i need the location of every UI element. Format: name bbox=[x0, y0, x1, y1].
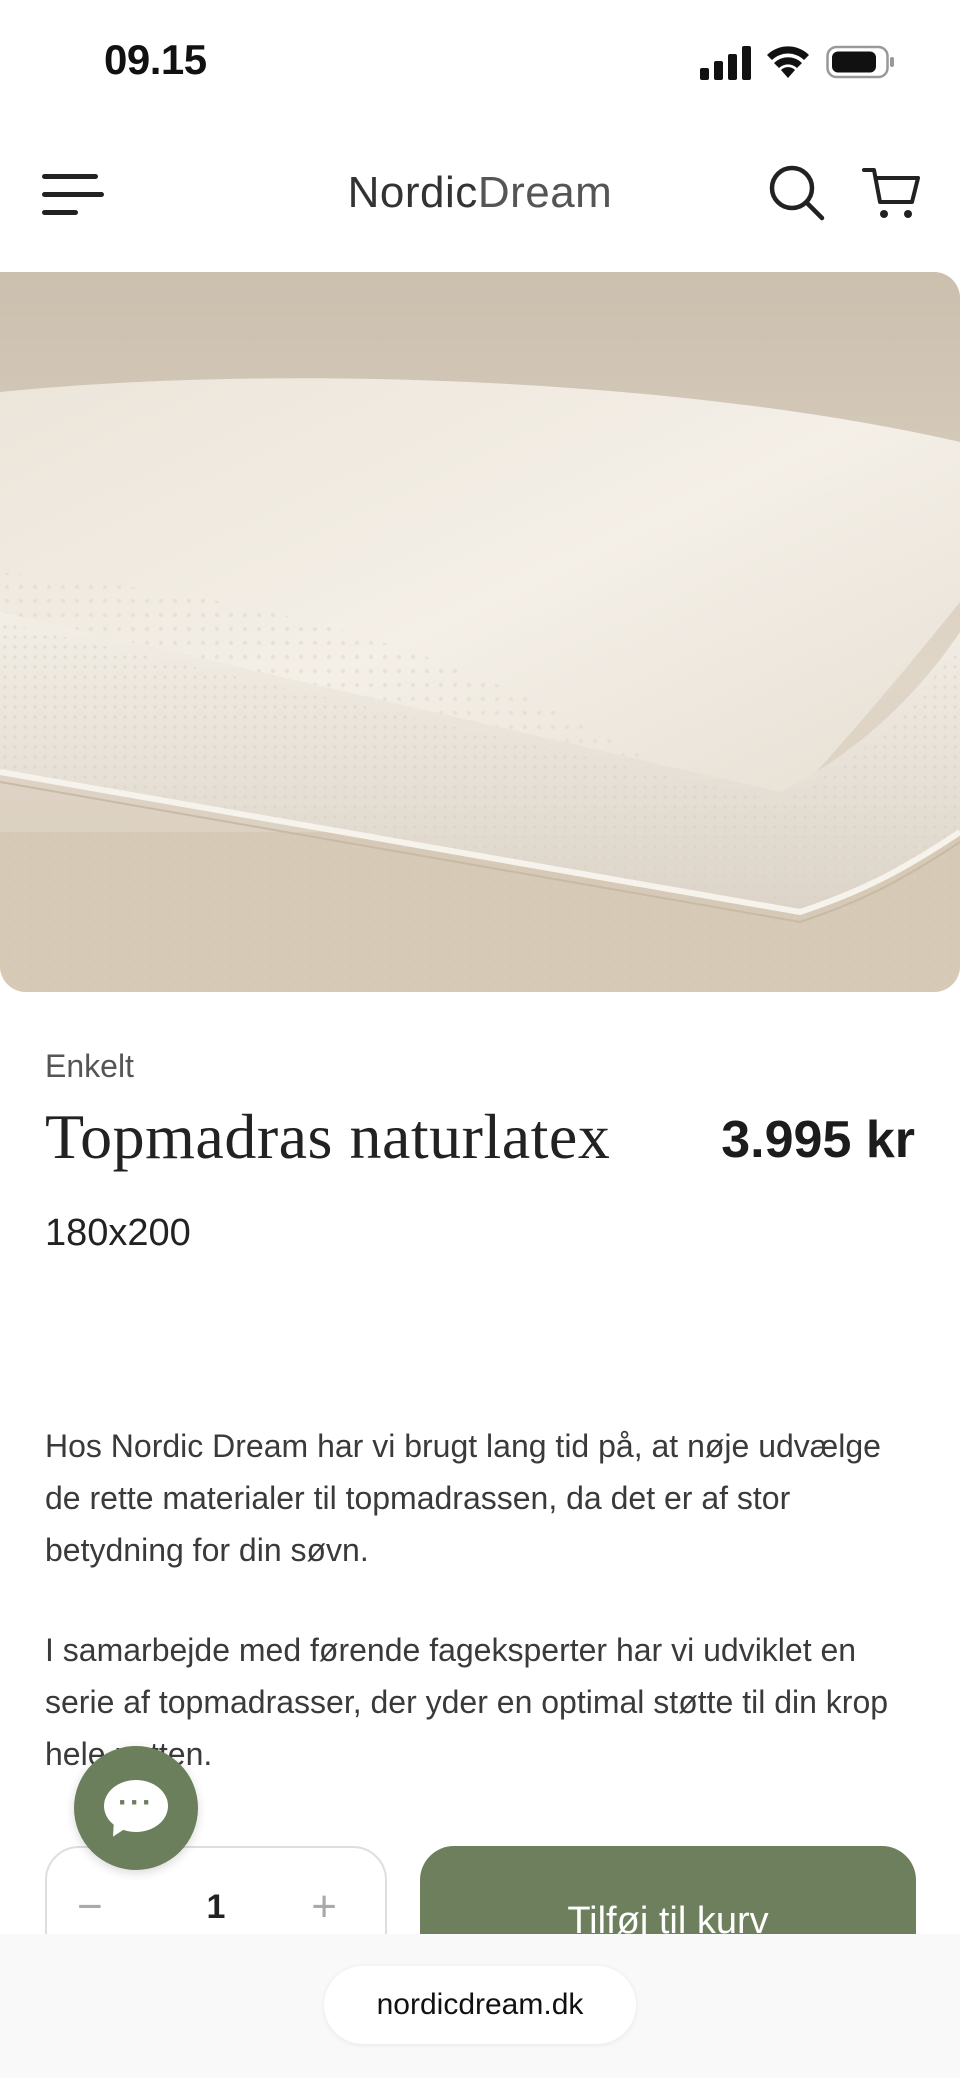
signal-icon bbox=[700, 46, 751, 80]
wifi-icon bbox=[767, 46, 809, 78]
product-variant: Enkelt bbox=[45, 1048, 134, 1084]
status-time: 09.15 bbox=[104, 36, 207, 83]
status-bar: 09.15 bbox=[0, 0, 960, 120]
chat-dots: ··· bbox=[118, 1786, 154, 1819]
battery-icon bbox=[826, 45, 894, 79]
cart-icon[interactable] bbox=[862, 164, 922, 222]
logo-light: Dream bbox=[477, 168, 613, 217]
quantity-increase-button[interactable]: + bbox=[311, 1882, 337, 1932]
product-title: Topmadras naturlatex bbox=[45, 1101, 611, 1172]
mattress-illustration bbox=[0, 272, 960, 992]
browser-bottom-bar: nordicdream.dk bbox=[0, 1934, 960, 2078]
product-image[interactable] bbox=[0, 272, 960, 992]
description-paragraph: I samarbejde med førende fageksperter ha… bbox=[45, 1632, 889, 1772]
product-price: 3.995 kr bbox=[721, 1111, 915, 1169]
description-paragraph: Hos Nordic Dream har vi brugt lang tid p… bbox=[45, 1428, 881, 1568]
chat-button[interactable]: ··· bbox=[74, 1746, 198, 1870]
address-bar[interactable]: nordicdream.dk bbox=[324, 1966, 636, 2044]
product-size: 180x200 bbox=[45, 1212, 191, 1254]
logo-bold: Nordic bbox=[347, 168, 478, 217]
search-icon[interactable] bbox=[768, 164, 826, 222]
site-header: NordicDream bbox=[0, 140, 960, 250]
